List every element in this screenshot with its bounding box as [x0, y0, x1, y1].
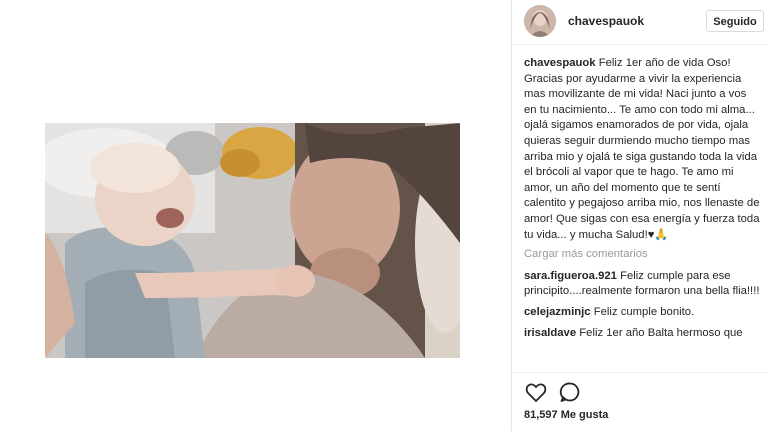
- comment-username[interactable]: celejazminjc: [524, 306, 591, 318]
- post-sidebar: chavespauok Seguido chavespauok Feliz 1e…: [511, 0, 767, 431]
- comment-item: celejazminjc Feliz cumple bonito.: [524, 305, 760, 321]
- following-button[interactable]: Seguido: [706, 10, 764, 32]
- comment-text: Feliz cumple bonito.: [593, 305, 695, 318]
- post-photo[interactable]: [45, 123, 460, 358]
- actions-divider: [512, 372, 767, 373]
- likes-number: 81,597: [524, 409, 558, 421]
- comment-username[interactable]: irisaldave: [524, 327, 576, 339]
- caption-text: Feliz 1er año de vida Oso! Gracias por a…: [524, 57, 760, 241]
- load-more-comments-link[interactable]: Cargar más comentarios: [524, 247, 760, 263]
- caption-username[interactable]: chavespauok: [524, 57, 596, 69]
- photo-pane: [0, 0, 510, 431]
- heart-icon[interactable]: [524, 380, 548, 404]
- comments-list[interactable]: chavespauok Feliz 1er año de vida Oso! G…: [524, 56, 760, 372]
- comment-item: sara.figueroa.921 Feliz cumple para ese …: [524, 269, 760, 300]
- comment-bubble-icon[interactable]: [558, 380, 582, 404]
- comment-text: Feliz 1er año Balta hermoso que: [579, 326, 743, 339]
- likes-label: Me gusta: [560, 409, 609, 421]
- post-caption: chavespauok Feliz 1er año de vida Oso! G…: [524, 56, 760, 243]
- likes-count[interactable]: 81,597 Me gusta: [524, 409, 608, 421]
- comment-username[interactable]: sara.figueroa.921: [524, 270, 617, 282]
- avatar[interactable]: [524, 5, 556, 37]
- comment-item: irisaldave Feliz 1er año Balta hermoso q…: [524, 326, 760, 342]
- post-header: chavespauok Seguido: [512, 0, 767, 45]
- post-username[interactable]: chavespauok: [568, 14, 644, 28]
